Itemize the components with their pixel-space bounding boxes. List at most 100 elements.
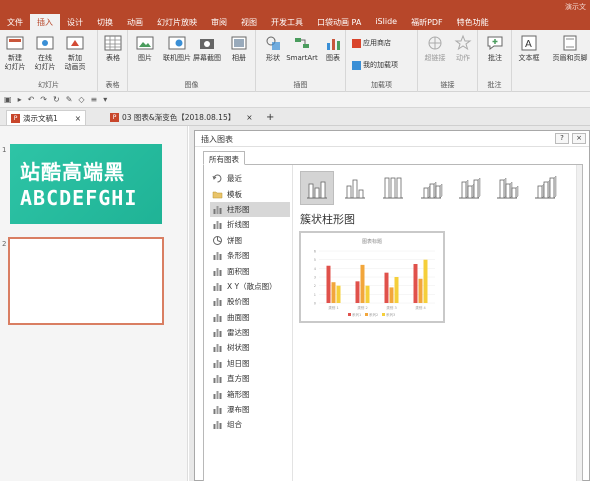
- chart-preview[interactable]: 图表标题 0 1 2 3 4 5 6 类别 1 类别 2 类别 3 类别 4 系列1 系列2 系列3: [299, 231, 445, 323]
- y-tick-label: 4: [314, 267, 317, 271]
- tab-menu-3[interactable]: 切换: [90, 14, 120, 30]
- chart-type-item[interactable]: 旭日图: [210, 356, 290, 371]
- close-icon[interactable]: ×: [75, 114, 81, 123]
- online-slide-button[interactable]: 在线 幻灯片: [30, 34, 60, 72]
- tab-all-charts[interactable]: 所有图表: [203, 151, 245, 165]
- comment-button[interactable]: 批注: [480, 34, 510, 63]
- help-button[interactable]: ?: [555, 133, 569, 144]
- tab-menu-4[interactable]: 动画: [120, 14, 150, 30]
- chart-type-item[interactable]: 条形图: [210, 248, 290, 263]
- chart-type-item[interactable]: 最近: [210, 171, 290, 186]
- chart-type-item[interactable]: 箱形图: [210, 386, 290, 401]
- chart-type-item[interactable]: X Y（散点图）: [210, 279, 290, 294]
- chart-label: 图表: [326, 54, 340, 62]
- column-subtype-option[interactable]: [528, 171, 562, 205]
- undo-icon[interactable]: ↶: [28, 95, 35, 104]
- chart-type-label: 柱形图: [227, 204, 250, 214]
- screenshot-button[interactable]: 屏幕截图: [192, 34, 222, 63]
- save-icon[interactable]: ▣: [4, 95, 12, 104]
- start-icon[interactable]: ▸: [18, 95, 22, 104]
- y-tick-label: 3: [314, 276, 316, 280]
- textbox-button[interactable]: A 文本框: [514, 34, 544, 63]
- ribbon-group-images: 图片 联机图片 屏幕截图 相册 图像: [128, 30, 256, 92]
- picture-button[interactable]: 图片: [130, 34, 160, 63]
- tab-menu-8[interactable]: 开发工具: [264, 14, 310, 30]
- bar: [394, 277, 399, 303]
- close-button[interactable]: ×: [572, 133, 586, 144]
- textbox-label: 文本框: [518, 54, 540, 62]
- slide-thumbnail-1[interactable]: 站酷高端黑 ABCDEFGHI: [10, 144, 162, 224]
- column-subtype-option[interactable]: [414, 171, 448, 205]
- smartart-button[interactable]: SmartArt: [286, 34, 318, 63]
- doc-tab-1[interactable]: P 演示文稿1 ×: [6, 110, 87, 125]
- y-tick-label: 2: [314, 284, 316, 288]
- more-icon[interactable]: ▾: [103, 95, 107, 104]
- slide-thumbnail-2[interactable]: [8, 237, 164, 325]
- online-picture-button[interactable]: 联机图片: [162, 34, 192, 63]
- ribbon-group-text: A 文本框 页眉和页脚: [512, 30, 590, 92]
- my-addins-button[interactable]: 我的加载项: [352, 60, 398, 70]
- add-tab-button[interactable]: +: [262, 110, 278, 125]
- chart-type-item[interactable]: 直方图: [210, 371, 290, 386]
- doc-tab-2[interactable]: P 03 图表&渐变色【2018.08.15】 ×: [106, 110, 257, 125]
- chart-type-label: 最近: [227, 174, 242, 184]
- bar: [331, 282, 336, 303]
- album-button[interactable]: 相册: [224, 34, 254, 63]
- tab-menu-7[interactable]: 视图: [234, 14, 264, 30]
- column-subtype-option[interactable]: [300, 171, 334, 205]
- chart-type-label: 股价图: [227, 297, 250, 307]
- tab-menu-2[interactable]: 设计: [60, 14, 90, 30]
- column-subtype-option[interactable]: [376, 171, 410, 205]
- menu-bar: 演示文 文件 插入 设计 切换 动画 幻灯片放映 审阅 视图 开发工具 口袋动画 PA iSlide…: [0, 0, 590, 30]
- picture-label: 图片: [138, 54, 152, 62]
- tab-menu-1[interactable]: 插入: [30, 14, 60, 30]
- bar: [355, 281, 360, 303]
- tab-menu-12[interactable]: 特色功能: [450, 14, 496, 30]
- chart-type-item[interactable]: 组合: [210, 417, 290, 432]
- redo-icon[interactable]: ↷: [40, 95, 47, 104]
- close-icon[interactable]: ×: [246, 113, 252, 122]
- column-subtype-option[interactable]: [490, 171, 524, 205]
- column-subtype-option[interactable]: [452, 171, 486, 205]
- hyperlink-button[interactable]: 超链接: [420, 34, 450, 63]
- chart-type-item[interactable]: 柱形图: [210, 201, 290, 218]
- shapes-button[interactable]: 形状: [258, 34, 288, 63]
- tab-menu-9[interactable]: 口袋动画 PA: [310, 14, 368, 30]
- dialog-body: 最近模板柱形图折线图 饼图 条形图 面积图 X Y（散点图） 股价图曲面图 雷达图 树状图 旭日…: [203, 164, 583, 481]
- chart-type-item[interactable]: 面积图: [210, 263, 290, 278]
- slide1-subtitle: ABCDEFGHI: [20, 186, 138, 210]
- store-button[interactable]: 应用商店: [352, 38, 391, 48]
- align-icon[interactable]: ≡: [91, 95, 98, 104]
- tab-menu-11[interactable]: 福昕PDF: [404, 14, 450, 30]
- tab-menu-5[interactable]: 幻灯片放映: [150, 14, 204, 30]
- header-footer-button[interactable]: 页眉和页脚: [552, 34, 588, 63]
- chart-type-label: 组合: [227, 420, 242, 430]
- chart-type-item[interactable]: 模板: [210, 186, 290, 201]
- chart-type-item[interactable]: 瀑布图: [210, 402, 290, 417]
- chart-type-item[interactable]: 雷达图: [210, 325, 290, 340]
- tab-menu-6[interactable]: 审阅: [204, 14, 234, 30]
- chart-type-item[interactable]: 树状图: [210, 340, 290, 355]
- action-button[interactable]: 动作: [448, 34, 478, 63]
- chart-button[interactable]: 图表: [318, 34, 348, 63]
- chart-subtype-row: [300, 171, 562, 205]
- chart-type-item[interactable]: 饼图: [210, 233, 290, 248]
- shape-icon[interactable]: ◇: [78, 95, 84, 104]
- preview-chart-title: 图表标题: [362, 238, 382, 245]
- menu-tabs: 文件 插入 设计 切换 动画 幻灯片放映 审阅 视图 开发工具 口袋动画 PA iSlide 福昕PD…: [0, 14, 496, 30]
- new-slide-button[interactable]: 新建 幻灯片: [0, 34, 30, 72]
- scrollbar[interactable]: [576, 165, 582, 481]
- group-label-tables: 表格: [105, 81, 120, 89]
- column-subtype-option[interactable]: [338, 171, 372, 205]
- repeat-icon[interactable]: ↻: [53, 95, 60, 104]
- chart-type-item[interactable]: 曲面图: [210, 310, 290, 325]
- format-painter-icon[interactable]: ✎: [66, 95, 73, 104]
- table-button[interactable]: 表格: [98, 34, 128, 63]
- new-anim-page-button[interactable]: 新加 动画页: [60, 34, 90, 72]
- legend-swatch: [365, 313, 368, 316]
- document-tabs: P 演示文稿1 × P 03 图表&渐变色【2018.08.15】 × +: [0, 108, 590, 126]
- tab-menu-0[interactable]: 文件: [0, 14, 30, 30]
- chart-type-item[interactable]: 折线图: [210, 217, 290, 232]
- tab-menu-10[interactable]: iSlide: [368, 14, 404, 30]
- chart-type-item[interactable]: 股价图: [210, 294, 290, 309]
